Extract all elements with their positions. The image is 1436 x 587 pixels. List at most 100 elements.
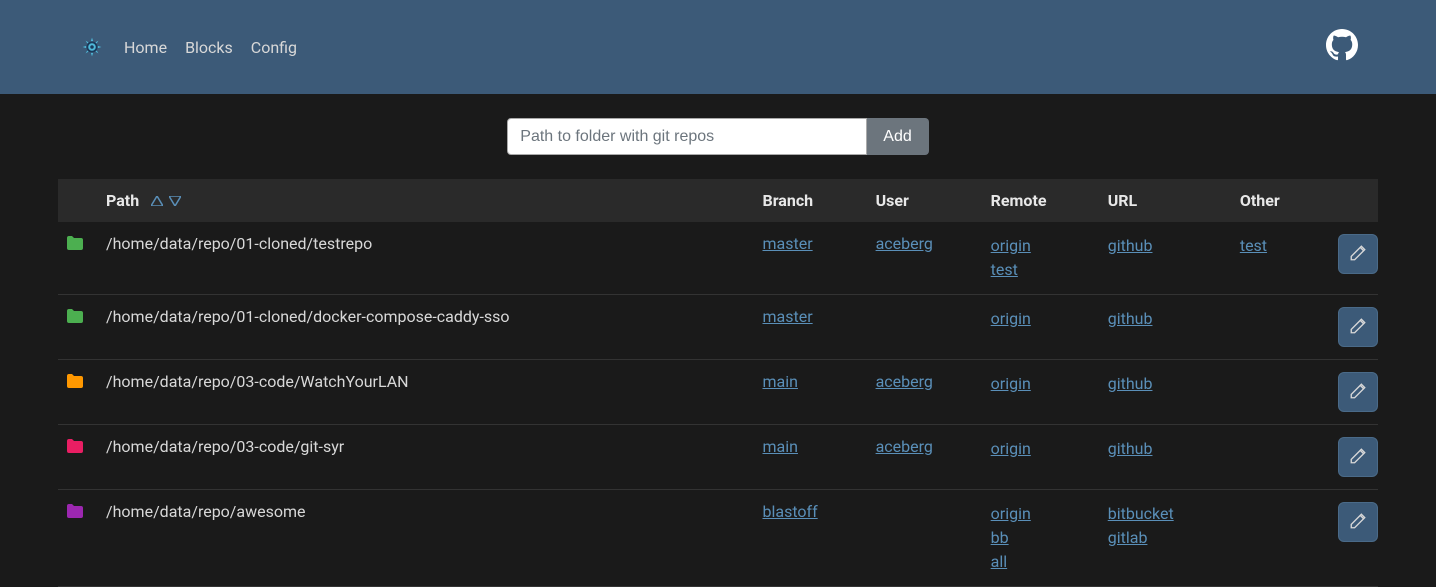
other-link[interactable]: test [1240, 234, 1320, 258]
remote-link[interactable]: origin [991, 307, 1092, 331]
path-cell: /home/data/repo/01-cloned/testrepo [98, 222, 754, 295]
edit-button[interactable] [1338, 372, 1378, 412]
action-cell [1328, 490, 1378, 587]
path-cell: /home/data/repo/03-code/git-syr [98, 425, 754, 490]
branch-link[interactable]: blastoff [763, 502, 818, 521]
action-cell [1328, 360, 1378, 425]
user-cell [868, 295, 983, 360]
repo-table-container: Path Branch User Remote URL Other [0, 179, 1436, 587]
url-link[interactable]: github [1108, 372, 1224, 396]
pencil-icon [1349, 244, 1367, 265]
header-url: URL [1100, 179, 1232, 222]
add-button[interactable]: Add [867, 118, 928, 155]
other-cell [1232, 490, 1328, 587]
user-link[interactable]: aceberg [876, 234, 933, 253]
edit-button[interactable] [1338, 234, 1378, 274]
header-icon [58, 179, 98, 222]
user-cell: aceberg [868, 425, 983, 490]
repo-table: Path Branch User Remote URL Other [58, 179, 1378, 587]
branch-link[interactable]: master [763, 234, 813, 253]
table-row: /home/data/repo/01-cloned/docker-compose… [58, 295, 1378, 360]
path-cell: /home/data/repo/03-code/WatchYourLAN [98, 360, 754, 425]
remote-link[interactable]: all [991, 550, 1092, 574]
branch-link[interactable]: main [763, 437, 798, 456]
header-branch: Branch [755, 179, 868, 222]
table-row: /home/data/repo/03-code/WatchYourLAN main… [58, 360, 1378, 425]
remote-cell: origin [983, 360, 1100, 425]
remote-cell: originbball [983, 490, 1100, 587]
edit-button[interactable] [1338, 437, 1378, 477]
branch-cell: master [755, 222, 868, 295]
navbar-left: Home Blocks Config [78, 33, 297, 61]
table-row: /home/data/repo/01-cloned/testrepo master… [58, 222, 1378, 295]
branch-link[interactable]: main [763, 372, 798, 391]
url-cell: bitbucketgitlab [1100, 490, 1232, 587]
header-user: User [868, 179, 983, 222]
path-input[interactable] [507, 118, 867, 155]
user-link[interactable]: aceberg [876, 437, 933, 456]
branch-link[interactable]: master [763, 307, 813, 326]
navbar: Home Blocks Config [0, 0, 1436, 94]
nav-links: Home Blocks Config [124, 38, 297, 57]
path-cell: /home/data/repo/awesome [98, 490, 754, 587]
header-remote: Remote [983, 179, 1100, 222]
action-cell [1328, 425, 1378, 490]
folder-icon [58, 222, 98, 295]
nav-blocks[interactable]: Blocks [185, 38, 233, 57]
edit-button[interactable] [1338, 307, 1378, 347]
user-cell: aceberg [868, 360, 983, 425]
sort-desc-icon[interactable] [169, 195, 181, 209]
table-row: /home/data/repo/awesome blastoff originbba… [58, 490, 1378, 587]
user-cell: aceberg [868, 222, 983, 295]
remote-link[interactable]: origin [991, 234, 1092, 258]
remote-link[interactable]: origin [991, 502, 1092, 526]
url-cell: github [1100, 295, 1232, 360]
action-cell [1328, 222, 1378, 295]
path-cell: /home/data/repo/01-cloned/docker-compose… [98, 295, 754, 360]
url-link[interactable]: bitbucket [1108, 502, 1224, 526]
remote-cell: origin [983, 425, 1100, 490]
add-form: Add [507, 118, 928, 155]
url-link[interactable]: github [1108, 437, 1224, 461]
other-cell [1232, 295, 1328, 360]
pencil-icon [1349, 512, 1367, 533]
folder-icon [58, 360, 98, 425]
github-icon[interactable] [1326, 29, 1358, 65]
add-section: Add [0, 94, 1436, 179]
remote-link[interactable]: origin [991, 437, 1092, 461]
branch-cell: master [755, 295, 868, 360]
header-path-label: Path [106, 191, 139, 210]
user-cell [868, 490, 983, 587]
remote-link[interactable]: bb [991, 526, 1092, 550]
sort-asc-icon[interactable] [151, 195, 163, 209]
url-link[interactable]: gitlab [1108, 526, 1224, 550]
table-row: /home/data/repo/03-code/git-syr main acebe… [58, 425, 1378, 490]
sort-icons [151, 195, 181, 209]
app-logo-icon[interactable] [78, 33, 106, 61]
table-header-row: Path Branch User Remote URL Other [58, 179, 1378, 222]
action-cell [1328, 295, 1378, 360]
folder-icon [58, 425, 98, 490]
branch-cell: main [755, 425, 868, 490]
pencil-icon [1349, 382, 1367, 403]
nav-config[interactable]: Config [251, 38, 297, 57]
user-link[interactable]: aceberg [876, 372, 933, 391]
branch-cell: main [755, 360, 868, 425]
pencil-icon [1349, 447, 1367, 468]
folder-icon [58, 490, 98, 587]
other-cell [1232, 360, 1328, 425]
other-cell [1232, 425, 1328, 490]
pencil-icon [1349, 317, 1367, 338]
folder-icon [58, 295, 98, 360]
url-cell: github [1100, 425, 1232, 490]
remote-link[interactable]: origin [991, 372, 1092, 396]
nav-home[interactable]: Home [124, 38, 167, 57]
remote-link[interactable]: test [991, 258, 1092, 282]
branch-cell: blastoff [755, 490, 868, 587]
edit-button[interactable] [1338, 502, 1378, 542]
url-link[interactable]: github [1108, 307, 1224, 331]
url-link[interactable]: github [1108, 234, 1224, 258]
header-other: Other [1232, 179, 1328, 222]
header-path: Path [98, 179, 754, 222]
url-cell: github [1100, 222, 1232, 295]
